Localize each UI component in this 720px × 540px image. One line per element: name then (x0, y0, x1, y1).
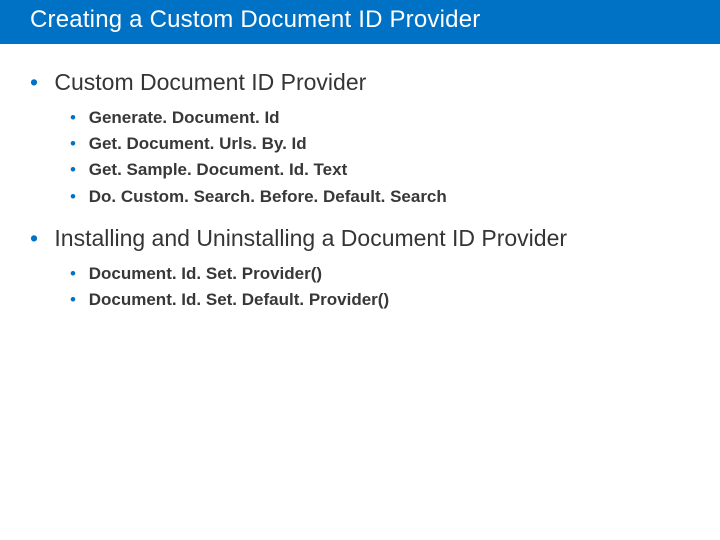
bullet-icon: • (70, 105, 84, 131)
bullet-icon: • (70, 157, 84, 183)
bullet-level2-text: Document. Id. Set. Provider() (89, 264, 322, 283)
slide: Creating a Custom Document ID Provider •… (0, 0, 720, 540)
bullet-level1-text: Installing and Uninstalling a Document I… (54, 224, 567, 253)
bullet-level2-text: Generate. Document. Id (89, 108, 280, 127)
bullet-icon: • (30, 68, 48, 97)
bullet-icon: • (70, 184, 84, 210)
bullet-level2-text: Get. Sample. Document. Id. Text (89, 160, 348, 179)
bullet-level2: • Get. Sample. Document. Id. Text (70, 157, 690, 183)
bullet-icon: • (70, 131, 84, 157)
bullet-level2: • Generate. Document. Id (70, 105, 690, 131)
bullet-level2-group: • Generate. Document. Id • Get. Document… (70, 105, 690, 210)
bullet-level1-text: Custom Document ID Provider (54, 68, 366, 97)
bullet-level2: • Document. Id. Set. Default. Provider() (70, 287, 690, 313)
bullet-level1: • Custom Document ID Provider (30, 68, 690, 97)
bullet-icon: • (70, 261, 84, 287)
bullet-level1: • Installing and Uninstalling a Document… (30, 224, 690, 253)
bullet-level2-group: • Document. Id. Set. Provider() • Docume… (70, 261, 690, 314)
bullet-level2-text: Get. Document. Urls. By. Id (89, 134, 307, 153)
slide-body: • Custom Document ID Provider • Generate… (0, 44, 720, 314)
slide-title-text: Creating a Custom Document ID Provider (30, 6, 480, 33)
bullet-icon: • (30, 224, 48, 253)
bullet-icon: • (70, 287, 84, 313)
slide-title: Creating a Custom Document ID Provider (0, 0, 720, 44)
bullet-level2: • Document. Id. Set. Provider() (70, 261, 690, 287)
bullet-level2-text: Do. Custom. Search. Before. Default. Sea… (89, 187, 447, 206)
bullet-level2: • Get. Document. Urls. By. Id (70, 131, 690, 157)
bullet-level2: • Do. Custom. Search. Before. Default. S… (70, 184, 690, 210)
bullet-level2-text: Document. Id. Set. Default. Provider() (89, 290, 389, 309)
